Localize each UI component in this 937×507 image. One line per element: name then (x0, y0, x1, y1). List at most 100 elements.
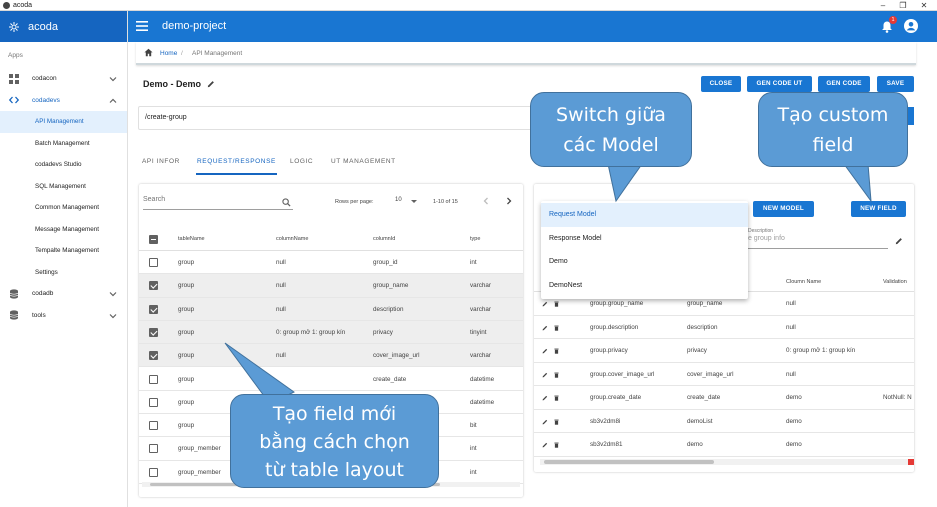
menu-item-demo[interactable]: Demo (541, 250, 748, 274)
table-row[interactable]: group null cover_image_url varchar (139, 344, 523, 368)
delete-icon[interactable] (554, 419, 559, 425)
edit-description-icon[interactable] (895, 237, 903, 245)
app-icon (3, 2, 10, 9)
column-header[interactable]: columnId (373, 236, 395, 242)
sidebar-subitem-sql-management[interactable]: SQL Management (0, 176, 127, 198)
menu-icon[interactable] (136, 21, 148, 31)
delete-icon[interactable] (554, 325, 559, 331)
row-checkbox[interactable] (149, 327, 158, 337)
callout-switch-model: Switch giữa các Model (530, 92, 692, 167)
api-path-field[interactable]: /create-group (138, 106, 538, 130)
gen-code-ut-button[interactable]: GEN CODE UT (747, 76, 812, 92)
table-row[interactable]: group 0: group mở 1: group kín privacy tiny… (139, 320, 523, 345)
breadcrumb-home-link[interactable]: Home (160, 50, 177, 57)
tab-ut-management[interactable]: UT MANAGEMENT (331, 155, 396, 175)
grid-icon (9, 73, 19, 84)
table-row[interactable]: group null group_id int (139, 251, 523, 275)
edit-icon[interactable] (542, 395, 548, 401)
edit-icon[interactable] (542, 348, 548, 354)
sidebar-subitem-message-management[interactable]: Message Management (0, 219, 127, 241)
search-input[interactable]: Search (143, 196, 293, 210)
save-button[interactable]: SAVE (877, 76, 914, 92)
scrollbar-thumb[interactable] (544, 460, 714, 464)
row-checkbox[interactable] (149, 467, 158, 477)
table-row[interactable]: group create_date datetime (139, 368, 523, 391)
row-checkbox[interactable] (149, 444, 158, 454)
sidebar-subitem-common-management[interactable]: Common Management (0, 197, 127, 219)
edit-icon[interactable] (542, 442, 548, 448)
delete-icon[interactable] (554, 348, 559, 354)
maximize-button[interactable]: ❐ (893, 0, 913, 11)
sidebar-subitem-batch-management[interactable]: Batch Management (0, 133, 127, 155)
horizontal-scrollbar[interactable] (540, 459, 914, 465)
row-checkbox[interactable] (149, 304, 158, 314)
model-table-row[interactable]: sb3v2dm81 demo demo (534, 433, 914, 457)
table-cell: group (178, 259, 195, 266)
callout-text: các Model (563, 134, 659, 156)
new-field-button[interactable]: NEW FIELD (851, 201, 906, 217)
edit-icon[interactable] (542, 419, 548, 425)
sidebar-subitem-api-management[interactable]: API Management (0, 111, 127, 133)
table-cell: varchar (470, 305, 491, 313)
row-checkbox[interactable] (149, 397, 158, 407)
tab-api-infor[interactable]: API INFOR (142, 155, 180, 175)
model-table-row[interactable]: group.create_date create_date demo NotNull:… (534, 386, 914, 410)
tab-logic[interactable]: LOGIC (290, 155, 313, 175)
close-button[interactable]: CLOSE (701, 76, 741, 92)
gen-code-button[interactable]: GEN CODE (818, 76, 870, 92)
new-model-button[interactable]: NEW MODEL (753, 201, 814, 217)
delete-icon[interactable] (554, 372, 559, 378)
brand[interactable]: acoda (0, 11, 127, 42)
model-table-row[interactable]: group.description description null (534, 316, 914, 339)
sidebar-subitem-template-management[interactable]: Tempalte Management (0, 240, 127, 262)
account-icon[interactable] (904, 19, 918, 33)
minimize-button[interactable]: – (873, 0, 893, 11)
table-row[interactable]: group null description varchar (139, 297, 523, 321)
select-all-checkbox[interactable] (149, 235, 158, 244)
model-table-row[interactable]: group.cover_image_url cover_image_url null (534, 363, 914, 386)
column-header[interactable]: Validation (883, 279, 907, 285)
sidebar-item-codadb[interactable]: codadb (0, 283, 127, 305)
edit-icon[interactable] (542, 372, 548, 378)
model-table-row[interactable]: group.privacy privacy 0: group mở 1: group… (534, 339, 914, 363)
home-icon[interactable] (144, 48, 153, 57)
sidebar-subitem-settings[interactable]: Settings (0, 262, 127, 284)
breadcrumb: Home / API Management (136, 42, 916, 65)
model-table-cell: NotNull: N (883, 394, 912, 401)
chevron-left-icon[interactable] (481, 196, 491, 206)
sidebar-subitem-codadevs-studio[interactable]: codadevs Studio (0, 154, 127, 176)
sidebar-item-codacon[interactable]: codacon (0, 68, 127, 90)
edit-title-icon[interactable] (207, 80, 215, 88)
tab-request-response[interactable]: REQUEST/RESPONSE (196, 155, 277, 175)
close-window-button[interactable]: ✕ (914, 0, 934, 11)
row-checkbox[interactable] (149, 374, 158, 384)
rows-per-page-select[interactable]: 10 (395, 197, 417, 207)
delete-icon[interactable] (554, 442, 559, 448)
row-checkbox[interactable] (149, 258, 158, 267)
callout-field-from-table: Tạo field mới bằng cách chọn từ table la… (230, 394, 439, 488)
column-header[interactable]: type (470, 236, 480, 242)
menu-item-request-model[interactable]: Request Model (541, 203, 748, 227)
column-header[interactable]: columnName (276, 236, 308, 242)
column-header[interactable]: Cloumn Name (786, 279, 821, 285)
row-checkbox[interactable] (149, 421, 158, 431)
search-icon[interactable] (282, 198, 291, 207)
row-checkbox[interactable] (149, 351, 158, 361)
edit-icon[interactable] (542, 301, 548, 307)
row-checkbox[interactable] (149, 281, 158, 291)
sidebar-item-tools[interactable]: tools (0, 305, 127, 327)
edit-icon[interactable] (542, 325, 548, 331)
table-row[interactable]: group null group_name varchar (139, 274, 523, 298)
menu-item-demonest[interactable]: DemoNest (541, 274, 748, 298)
table-cell: int (470, 259, 477, 266)
column-header[interactable]: tableName (178, 236, 205, 242)
table-cell: group_member (178, 468, 221, 476)
delete-icon[interactable] (554, 301, 559, 307)
delete-icon[interactable] (554, 395, 559, 401)
model-table-row[interactable]: sb3v2dm8i demoList demo (534, 410, 914, 433)
description-value: te group info (746, 235, 785, 242)
sidebar-item-codadevs[interactable]: codadevs (0, 90, 127, 112)
description-field[interactable]: te group info (746, 235, 888, 249)
chevron-right-icon[interactable] (504, 196, 514, 206)
menu-item-response-model[interactable]: Response Model (541, 227, 748, 251)
